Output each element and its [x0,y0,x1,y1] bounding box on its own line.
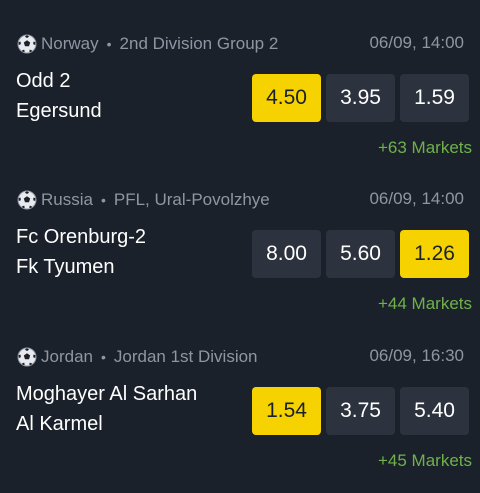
teams[interactable]: Moghayer Al Sarhan Al Karmel [16,379,236,439]
teams[interactable]: Odd 2 Egersund [16,66,236,126]
odd-button-draw[interactable]: 5.60 [326,230,395,278]
match-datetime: 06/09, 14:00 [369,189,464,208]
country-label: Norway [41,34,99,53]
home-team: Odd 2 [16,70,71,92]
odd-button-away[interactable]: 1.59 [400,74,469,122]
home-team: Moghayer Al Sarhan [16,383,198,405]
separator-dot: • [100,192,106,208]
separator-dot: • [106,36,112,52]
match-card: Jordan • Jordan 1st Division 06/09, 16:3… [0,343,480,493]
odd-button-away[interactable]: 1.26 [400,230,469,278]
odd-button-draw[interactable]: 3.95 [326,74,395,122]
league-label: PFL, Ural-Povolzhye [113,190,270,209]
match-card: Norway • 2nd Division Group 2 06/09, 14:… [0,30,480,186]
more-markets-link[interactable]: +45 Markets [378,450,472,472]
odds-row: 1.54 3.75 5.40 [252,387,469,435]
more-markets-link[interactable]: +44 Markets [378,293,472,315]
odds-row: 8.00 5.60 1.26 [252,230,469,278]
country-label: Russia [41,190,93,209]
soccer-ball-icon [16,33,38,55]
odd-button-home[interactable]: 8.00 [252,230,321,278]
odd-button-away[interactable]: 5.40 [400,387,469,435]
away-team: Fk Tyumen [16,256,115,278]
odd-button-draw[interactable]: 3.75 [326,387,395,435]
odd-button-home[interactable]: 4.50 [252,74,321,122]
match-card: Russia • PFL, Ural-Povolzhye 06/09, 14:0… [0,186,480,342]
away-team: Egersund [16,100,102,122]
soccer-ball-icon [16,346,38,368]
home-team: Fc Orenburg-2 [16,226,147,248]
soccer-ball-icon [16,189,38,211]
match-list: Norway • 2nd Division Group 2 06/09, 14:… [0,0,480,493]
league-label: Jordan 1st Division [113,347,258,366]
more-markets-link[interactable]: +63 Markets [378,137,472,159]
separator-dot: • [100,349,106,365]
country-label: Jordan [41,347,93,366]
teams[interactable]: Fc Orenburg-2 Fk Tyumen [16,222,236,282]
odd-button-home[interactable]: 1.54 [252,387,321,435]
match-datetime: 06/09, 14:00 [369,33,464,52]
league-label: 2nd Division Group 2 [119,34,279,53]
odds-row: 4.50 3.95 1.59 [252,74,469,122]
away-team: Al Karmel [16,413,103,435]
match-datetime: 06/09, 16:30 [369,346,464,365]
